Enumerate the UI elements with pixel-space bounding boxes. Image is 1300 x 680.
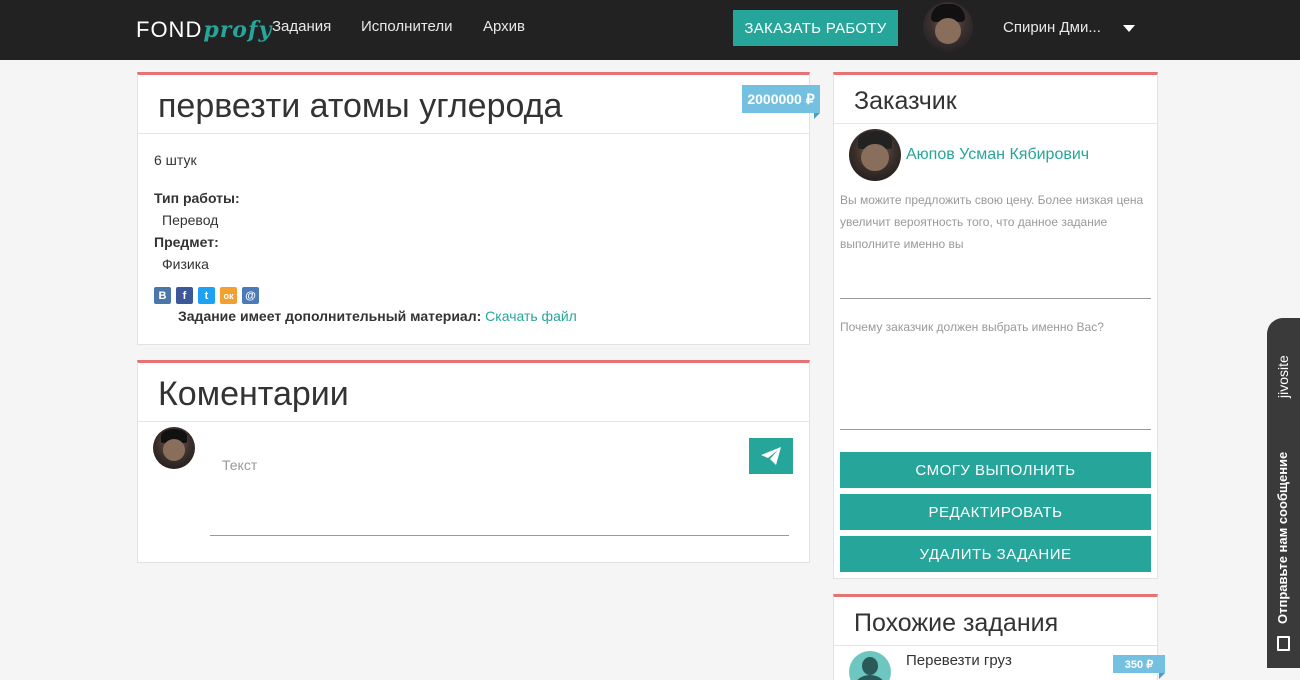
- customer-avatar[interactable]: [849, 129, 901, 181]
- customer-title: Заказчик: [854, 87, 957, 115]
- nav-link-performers[interactable]: Исполнители: [361, 18, 453, 35]
- price-input-underline[interactable]: [840, 298, 1151, 299]
- comment-input[interactable]: Текст: [222, 457, 257, 473]
- comments-title: Коментарии: [158, 375, 349, 413]
- task-card: первезти атомы углерода: [137, 72, 810, 345]
- comment-input-underline: [210, 535, 789, 536]
- task-title: первезти атомы углерода: [158, 87, 563, 125]
- similar-task-price: 350 ₽: [1113, 655, 1165, 679]
- can-do-button[interactable]: СМОГУ ВЫПОЛНИТЬ: [840, 452, 1151, 488]
- work-type-label: Тип работы:: [154, 190, 240, 206]
- vk-share-icon[interactable]: В: [154, 287, 171, 304]
- nav-link-archive[interactable]: Архив: [483, 18, 525, 35]
- site-logo[interactable]: FOND profy: [136, 10, 272, 50]
- facebook-share-icon[interactable]: f: [176, 287, 193, 304]
- similar-tasks-title: Похожие задания: [854, 609, 1059, 637]
- chat-icon: [1277, 636, 1290, 651]
- similar-task-title[interactable]: Перевезти груз: [906, 652, 1012, 669]
- paper-plane-icon: [761, 447, 781, 465]
- logo-text-profy: profy: [203, 17, 273, 43]
- task-price-badge: 2000000 ₽: [742, 85, 820, 119]
- delete-task-button[interactable]: УДАЛИТЬ ЗАДАНИЕ: [840, 536, 1151, 572]
- download-file-link[interactable]: Скачать файл: [485, 308, 577, 324]
- user-avatar[interactable]: [923, 2, 973, 52]
- order-work-button[interactable]: ЗАКАЗАТЬ РАБОТУ: [733, 10, 898, 46]
- work-type-value: Перевод: [162, 212, 219, 228]
- send-message-label[interactable]: Отправьте нам сообщение: [1275, 452, 1290, 624]
- chevron-down-icon[interactable]: [1123, 25, 1135, 32]
- send-comment-button[interactable]: [749, 438, 793, 474]
- edit-button[interactable]: РЕДАКТИРОВАТЬ: [840, 494, 1151, 530]
- material-label: Задание имеет дополнительный материал:: [178, 308, 482, 324]
- reason-input-underline[interactable]: [840, 429, 1151, 430]
- user-name[interactable]: Спирин Дми...: [1003, 19, 1101, 36]
- odnoklassniki-share-icon[interactable]: ок: [220, 287, 237, 304]
- commenter-avatar: [153, 427, 195, 469]
- material-row: Задание имеет дополнительный материал: С…: [178, 308, 577, 324]
- jivosite-brand: jivosite: [1275, 355, 1291, 398]
- customer-name-link[interactable]: Аюпов Усман Кябирович: [906, 146, 1089, 164]
- twitter-share-icon[interactable]: t: [198, 287, 215, 304]
- mailru-share-icon[interactable]: @: [242, 287, 259, 304]
- subject-label: Предмет:: [154, 234, 219, 250]
- jivosite-chat-widget[interactable]: jivosite Отправьте нам сообщение: [1267, 318, 1300, 668]
- top-navbar: FOND profy Задания Исполнители Архив ЗАК…: [0, 0, 1300, 60]
- task-quantity: 6 штук: [154, 152, 197, 168]
- subject-value: Физика: [162, 256, 209, 272]
- nav-link-tasks[interactable]: Задания: [272, 18, 331, 35]
- logo-text-fond: FOND: [136, 17, 203, 42]
- price-offer-hint: Вы можите предложить свою цену. Более ни…: [840, 193, 1144, 251]
- why-choose-you-label[interactable]: Почему заказчик должен выбрать именно Ва…: [840, 316, 1150, 338]
